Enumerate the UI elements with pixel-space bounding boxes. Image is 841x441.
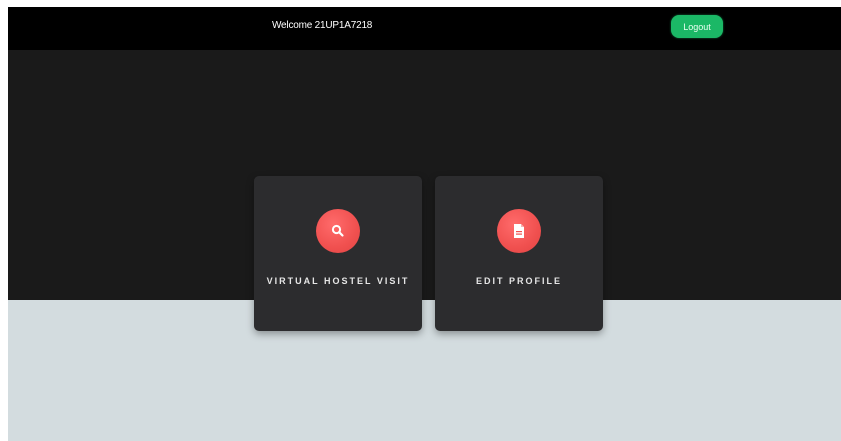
- search-icon: [316, 209, 360, 253]
- edit-profile-card[interactable]: EDIT PROFILE: [435, 176, 603, 331]
- dashboard-page: Welcome 21UP1A7218 Logout VIRTUAL HOSTEL…: [8, 7, 841, 441]
- card-label-virtual-hostel-visit: VIRTUAL HOSTEL VISIT: [266, 276, 410, 286]
- virtual-hostel-visit-card[interactable]: VIRTUAL HOSTEL VISIT: [254, 176, 422, 331]
- document-icon: [497, 209, 541, 253]
- logout-button[interactable]: Logout: [671, 15, 723, 38]
- top-navbar: Welcome 21UP1A7218 Logout: [8, 7, 841, 50]
- card-label-edit-profile: EDIT PROFILE: [475, 276, 562, 286]
- lower-section: [8, 300, 841, 441]
- welcome-message: Welcome 21UP1A7218: [272, 20, 373, 31]
- hero-section: [8, 50, 841, 300]
